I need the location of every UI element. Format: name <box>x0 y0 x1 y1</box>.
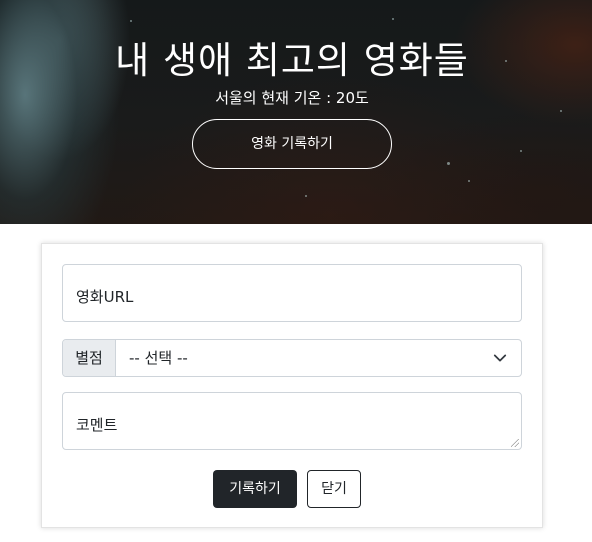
comment-textarea[interactable]: 코멘트 <box>62 392 522 450</box>
rating-label: 별점 <box>63 340 116 376</box>
record-movie-button[interactable]: 영화 기록하기 <box>192 119 392 169</box>
movie-url-placeholder: 영화URL <box>76 288 134 306</box>
background-speck <box>468 180 470 182</box>
background-speck <box>447 162 450 165</box>
background-speck <box>305 195 307 197</box>
rating-select-group[interactable]: 별점 -- 선택 -- <box>62 339 522 377</box>
chevron-down-icon <box>493 354 507 362</box>
close-button[interactable]: 닫기 <box>307 470 361 508</box>
save-button[interactable]: 기록하기 <box>213 470 297 508</box>
movie-url-input[interactable]: 영화URL <box>62 264 522 322</box>
resize-handle-icon[interactable] <box>511 439 519 447</box>
comment-placeholder: 코멘트 <box>76 416 118 434</box>
hero-banner: 내 생애 최고의 영화들 서울의 현재 기온 : 20도 영화 기록하기 <box>0 0 592 224</box>
background-speck <box>560 110 562 112</box>
page-title: 내 생애 최고의 영화들 <box>115 39 469 82</box>
weather-text: 서울의 현재 기온 : 20도 <box>215 89 369 107</box>
rating-select-value[interactable]: -- 선택 -- <box>129 340 188 376</box>
background-speck <box>392 18 394 20</box>
post-card: 영화URL 별점 -- 선택 -- 코멘트 기록하기 닫기 <box>41 243 543 528</box>
background-speck <box>520 150 522 152</box>
background-speck <box>130 20 132 22</box>
